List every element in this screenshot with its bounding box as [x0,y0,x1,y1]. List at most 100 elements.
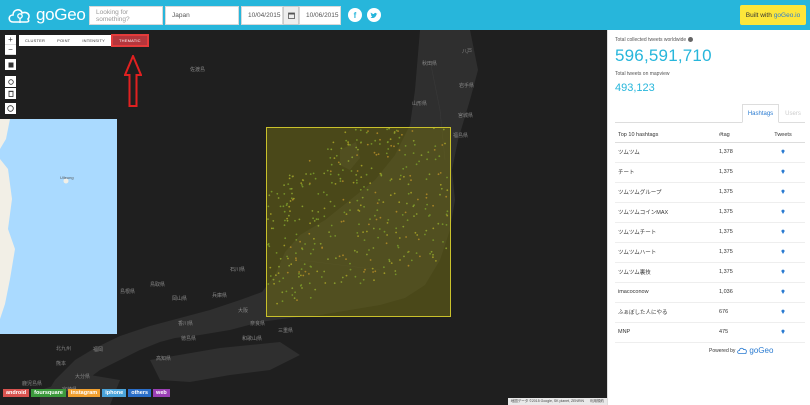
hashtag-cell: ツムツムコインMAX [615,202,719,223]
legend-others[interactable]: others [128,389,152,397]
tag-count-cell: 475 [719,322,761,343]
location-input[interactable]: Japan [165,6,239,25]
map-mode-tabs: CLUSTER POINT INTENSITY THEMATIC [19,34,149,47]
tab-users[interactable]: Users [781,104,805,123]
date-from-input[interactable]: 10/04/2015 [241,6,283,25]
table-row[interactable]: ツムツムチート 1,375 [615,222,805,243]
selection-rectangle[interactable] [266,127,451,317]
map-attribution: 地図データ ©2015 Google, SK planet, ZENRIN 利用… [507,398,607,405]
circle-tool-button[interactable] [5,103,16,114]
legend-android[interactable]: android [3,389,30,397]
map-pin-icon[interactable] [781,249,785,254]
built-with-gogeo-button[interactable]: Built with goGeo.io [740,5,806,25]
powered-label: Powered by [709,347,736,354]
source-legend: android foursquare instagram iphone othe… [3,389,170,397]
table-row[interactable]: MNP 475 [615,322,805,343]
powered-brand: goGeo [749,346,774,355]
trash-icon [8,90,13,97]
powered-by[interactable]: Powered by goGeo [709,346,773,355]
total-tweets-label: Total collected tweets worldwide [615,37,693,43]
up-arrow-annotation [124,55,142,107]
calendar-button[interactable] [283,6,299,25]
tab-cluster[interactable]: CLUSTER [19,35,51,46]
twitter-button[interactable] [367,8,381,22]
mapview-tweets-label: Total tweets on mapview [615,71,670,77]
locate-cell[interactable] [761,322,805,343]
locate-cell[interactable] [761,202,805,223]
terms-link[interactable]: 利用規約 [590,399,604,404]
col-count-header: #tag [719,128,761,143]
tab-thematic[interactable]: THEMATIC [111,34,149,47]
tab-intensity[interactable]: INTENSITY [76,35,111,46]
map-canvas[interactable]: 秋田県 岩手県 宮城県 福島県 山形県 八戸 佐渡島 石川県 兵庫県 岡山県 鳥… [0,30,607,405]
stats-panel: Total collected tweets worldwide 596,591… [607,30,810,405]
square-icon [8,62,13,67]
locate-cell[interactable] [761,142,805,163]
hashtags-table: Top 10 hashtags #tag Tweets ツムツム 1,378 チート… [615,128,805,343]
circle-icon [7,105,14,112]
table-row[interactable]: ツムツムコインMAX 1,375 [615,202,805,223]
map-label: 熊本 [56,361,67,367]
locate-cell[interactable] [761,222,805,243]
facebook-button[interactable]: f [348,8,362,22]
zoom-out-button[interactable]: − [5,45,16,55]
tag-count-cell: 1,375 [719,242,761,263]
map-label: 鹿児島県 [22,381,43,387]
map-label: 岩手県 [459,83,475,89]
date-to-input[interactable]: 10/06/2015 [299,6,341,25]
map-label: 徳島県 [181,336,197,342]
search-input[interactable]: Looking for something? [89,6,163,25]
map-pin-icon[interactable] [781,169,785,174]
gogeo-logo[interactable]: goGeo [7,4,86,26]
map-label: 岡山県 [172,296,188,302]
locate-cell[interactable] [761,302,805,323]
legend-iphone[interactable]: iphone [102,389,127,397]
map-label: 香川県 [178,321,194,327]
tab-hashtags[interactable]: Hashtags [742,104,779,123]
map-label: 八戸 [462,49,473,55]
map-label: 大分県 [75,374,91,380]
map-pin-icon[interactable] [781,189,785,194]
table-row[interactable]: ふぁぼした人にやる 676 [615,302,805,323]
map-pin-icon[interactable] [781,209,785,214]
table-row[interactable]: ツムツムグループ 1,375 [615,182,805,203]
info-icon[interactable] [687,37,693,43]
map-pin-icon[interactable] [781,229,785,234]
map-label: 奈良県 [250,321,266,327]
locate-cell[interactable] [761,162,805,183]
map-pin-icon[interactable] [781,269,785,274]
table-row[interactable]: imacoconow 1,036 [615,282,805,303]
table-row[interactable]: チート 1,375 [615,162,805,183]
draw-rectangle-button[interactable] [5,59,16,70]
hashtag-cell: ツムツム [615,142,719,163]
map-label: 山形県 [412,101,428,107]
legend-web[interactable]: web [153,389,170,397]
tag-count-cell: 1,375 [719,182,761,203]
facebook-icon: f [353,10,357,20]
map-pin-icon[interactable] [781,309,785,314]
legend-foursquare[interactable]: foursquare [31,389,66,397]
zoom-control: + − [5,35,16,55]
zoom-in-button[interactable]: + [5,35,16,45]
locate-cell[interactable] [761,242,805,263]
hashtag-cell: チート [615,162,719,183]
table-row[interactable]: ツムツムハート 1,375 [615,242,805,263]
table-row[interactable]: ツムツム裏技 1,375 [615,262,805,283]
map-pin-icon[interactable] [781,149,785,154]
locate-cell[interactable] [761,182,805,203]
tab-point[interactable]: POINT [51,35,76,46]
built-prefix: Built with [745,11,772,19]
legend-instagram[interactable]: instagram [67,389,101,397]
minimap-label: Ulleung [60,175,74,180]
locate-cell[interactable] [761,282,805,303]
map-pin-icon[interactable] [781,289,785,294]
table-row[interactable]: ツムツム 1,378 [615,142,805,163]
delete-button[interactable] [5,88,16,99]
attribution-text: 地図データ ©2015 Google, SK planet, ZENRIN [510,399,584,403]
map-pin-icon[interactable] [781,329,785,334]
map-label: 福岡 [93,347,104,353]
locate-cell[interactable] [761,262,805,283]
twitter-icon [370,12,378,18]
overview-minimap[interactable]: Ulleung [0,119,117,334]
edit-button[interactable] [5,76,16,87]
